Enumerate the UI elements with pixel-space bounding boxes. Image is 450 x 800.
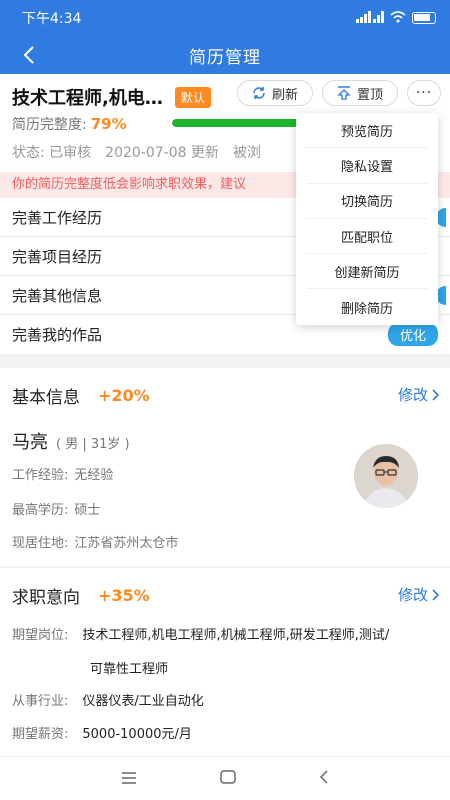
page-title: 简历管理 [189, 47, 261, 68]
todo-label: 完善其他信息 [12, 286, 103, 305]
resume-title[interactable]: 技术工程师,机电… [12, 84, 163, 110]
menu-preview-resume[interactable]: 预览简历 [306, 113, 428, 149]
person-name: 马亮 [12, 432, 48, 453]
residence-value: 江苏省苏州太仓市 [74, 536, 179, 551]
menu-privacy-settings[interactable]: 隐私设置 [306, 148, 428, 184]
completeness-label: 简历完整度: [12, 117, 87, 133]
education-label: 最高学历: [12, 503, 69, 518]
residence-label: 现居住地: [12, 536, 69, 551]
resume-title-row: 技术工程师,机电… 默认 [12, 84, 211, 110]
section-bonus: +35% [98, 585, 150, 605]
todo-label: 完善项目经历 [12, 247, 103, 266]
job-intention-header: 求职意向 +35% 修改 [0, 568, 450, 622]
experience-value: 无经验 [74, 468, 114, 483]
pin-top-icon [337, 86, 351, 100]
industry-line: 从事行业: 仪器仪表/工业自动化 [12, 690, 204, 709]
status-bar: 下午4:34 [0, 0, 450, 36]
industry-label: 从事行业: [12, 694, 69, 709]
menu-delete-resume[interactable]: 删除简历 [306, 289, 428, 324]
education-value: 硕士 [74, 503, 101, 518]
basic-info-header: 基本信息 +20% 修改 [0, 368, 450, 422]
person-meta: ( 男 | 31岁 ) [56, 437, 130, 452]
section-title: 基本信息 [12, 387, 80, 408]
experience-line: 工作经验: 无经验 [12, 464, 113, 483]
menu-match-jobs[interactable]: 匹配职位 [306, 219, 428, 255]
updated-date: 2020-07-08 更新 [105, 145, 219, 161]
edit-job-intention-button[interactable]: 修改 [398, 584, 440, 605]
name-row: 马亮 ( 男 | 31岁 ) [12, 428, 130, 454]
salary-line: 期望薪资: 5000-10000元/月 [12, 723, 192, 742]
completeness-percent: 79% [90, 115, 127, 133]
education-line: 最高学历: 硕士 [12, 499, 100, 518]
chevron-right-icon [432, 388, 440, 401]
section-bonus: +20% [98, 385, 150, 405]
signal-icon [356, 10, 384, 26]
navbar: 简历管理 [0, 36, 450, 74]
refresh-label: 刷新 [271, 87, 298, 103]
chevron-right-icon [432, 588, 440, 601]
salary-value: 5000-10000元/月 [82, 727, 192, 742]
viewed-count: 被浏 [232, 145, 261, 161]
position-line-2: 可靠性工程师 [90, 658, 168, 677]
back-nav-icon[interactable] [319, 769, 329, 788]
back-arrow-icon [23, 46, 34, 64]
avatar-photo-icon [354, 444, 418, 508]
home-icon[interactable] [220, 769, 236, 788]
status-time: 下午4:34 [22, 11, 82, 27]
refresh-icon [253, 87, 265, 99]
edit-label: 修改 [397, 586, 428, 604]
position-label: 期望岗位: [12, 628, 69, 643]
todo-label: 完善工作经历 [12, 208, 103, 227]
more-button[interactable]: ··· [407, 80, 441, 106]
completeness-row: 简历完整度: 79% [12, 114, 127, 134]
salary-label: 期望薪资: [12, 727, 69, 742]
wifi-icon [390, 10, 406, 26]
battery-icon [412, 12, 436, 24]
status-label: 状态: [12, 145, 45, 161]
experience-label: 工作经验: [12, 468, 69, 483]
menu-create-resume[interactable]: 创建新简历 [306, 254, 428, 290]
todo-label: 完善我的作品 [12, 326, 103, 344]
section-title: 求职意向 [12, 587, 80, 608]
menu-switch-resume[interactable]: 切换简历 [306, 184, 428, 219]
residence-line: 现居住地: 江苏省苏州太仓市 [12, 532, 178, 551]
optimize-tag[interactable]: 优化 [387, 323, 438, 346]
refresh-button[interactable]: 刷新 [237, 80, 313, 106]
system-nav-bar [0, 756, 450, 800]
job-intention-section: 求职意向 +35% 修改 期望岗位: 技术工程师,机电工程师,机械工程师,研发工程… [0, 568, 450, 756]
position-value: 技术工程师,机电工程师,机械工程师,研发工程师,测试/ [82, 628, 390, 643]
status-icons [356, 10, 436, 26]
pin-top-label: 置顶 [356, 87, 383, 103]
edit-label: 修改 [397, 386, 428, 404]
status-row: 状态: 已审核 2020-07-08 更新 被浏 [12, 142, 261, 162]
header: 下午4:34 简历管理 [0, 0, 450, 74]
position-value-cont: 可靠性工程师 [90, 662, 169, 677]
edit-basic-info-button[interactable]: 修改 [398, 384, 440, 405]
back-button[interactable] [14, 39, 44, 71]
pin-top-button[interactable]: 置顶 [322, 80, 398, 106]
industry-value: 仪器仪表/工业自动化 [82, 694, 204, 709]
more-menu: 预览简历 隐私设置 切换简历 匹配职位 创建新简历 删除简历 [296, 113, 438, 325]
default-badge: 默认 [174, 86, 211, 108]
position-line: 期望岗位: 技术工程师,机电工程师,机械工程师,研发工程师,测试/ [12, 624, 389, 643]
basic-info-section: 基本信息 +20% 修改 马亮 ( 男 | 31岁 ) 工作经验: 无经验 最高学… [0, 368, 450, 566]
status-value: 已审核 [49, 145, 92, 161]
avatar[interactable] [354, 444, 418, 508]
menu-icon[interactable] [121, 769, 137, 788]
